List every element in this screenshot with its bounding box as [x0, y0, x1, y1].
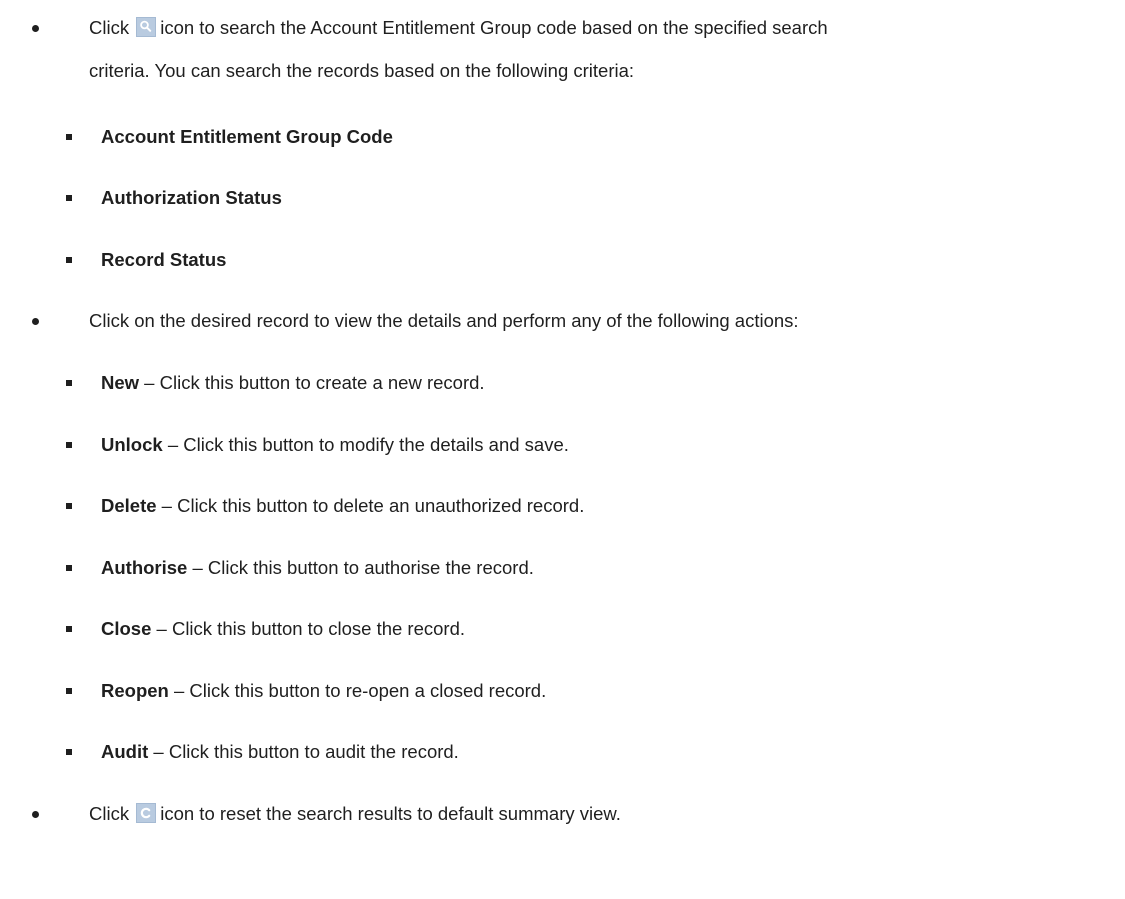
action-item: Close – Click this button to close the r… [0, 618, 1125, 640]
square-bullet [66, 626, 72, 632]
square-bullet [66, 749, 72, 755]
action-label: Close [101, 618, 152, 639]
action-desc: – Click this button to close the record. [151, 618, 466, 639]
action-desc: – Click this button to audit the record. [148, 741, 459, 762]
action-item: Delete – Click this button to delete an … [0, 495, 1125, 517]
action-label: Audit [101, 741, 149, 762]
bullet-text-post: icon to reset the search results to defa… [160, 803, 621, 824]
list-item: Click on the desired record to view the … [0, 310, 1125, 332]
sub-list-item: Record Status [0, 249, 1125, 271]
action-label: Authorise [101, 557, 188, 578]
sub-list-item: Account Entitlement Group Code [0, 126, 1125, 148]
list-item: Click icon to reset the search results t… [0, 803, 1125, 825]
bullet-text-continuation: criteria. You can search the records bas… [89, 60, 635, 81]
list-item-text: Click icon to reset the search results t… [89, 803, 621, 825]
criteria-label: Authorization Status [101, 187, 282, 208]
bullet-dot [32, 318, 39, 325]
sub-list-item: Authorization Status [0, 187, 1125, 209]
criteria-label: Account Entitlement Group Code [101, 126, 393, 147]
bullet-dot [32, 811, 39, 818]
action-desc: – Click this button to authorise the rec… [187, 557, 534, 578]
action-item: Reopen – Click this button to re-open a … [0, 680, 1125, 702]
action-item: Authorise – Click this button to authori… [0, 557, 1125, 579]
bullet-text-pre: Click [89, 17, 130, 38]
square-bullet [66, 257, 72, 263]
action-label: Delete [101, 495, 157, 516]
action-label: Unlock [101, 434, 163, 455]
search-icon [136, 17, 157, 37]
criteria-label: Record Status [101, 249, 227, 270]
square-bullet [66, 134, 72, 140]
bullet-dot [32, 25, 39, 32]
square-bullet [66, 503, 72, 509]
action-label: Reopen [101, 680, 169, 701]
bullet-text-pre: Click [89, 803, 130, 824]
square-bullet [66, 565, 72, 571]
bullet-text-post: icon to search the Account Entitlement G… [160, 17, 828, 38]
action-item: Audit – Click this button to audit the r… [0, 741, 1125, 763]
action-item: New – Click this button to create a new … [0, 372, 1125, 394]
action-item: Unlock – Click this button to modify the… [0, 434, 1125, 456]
reset-icon [136, 803, 157, 823]
list-item: Click icon to search the Account Entitle… [0, 17, 1125, 39]
list-item-text: Click on the desired record to view the … [89, 310, 799, 331]
action-desc: – Click this button to re-open a closed … [168, 680, 547, 701]
square-bullet [66, 195, 72, 201]
action-desc: – Click this button to modify the detail… [162, 434, 569, 455]
square-bullet [66, 688, 72, 694]
square-bullet [66, 380, 72, 386]
action-desc: – Click this button to delete an unautho… [156, 495, 585, 516]
action-label: New [101, 372, 140, 393]
action-desc: – Click this button to create a new reco… [139, 372, 485, 393]
list-item-text: Click icon to search the Account Entitle… [89, 17, 828, 39]
square-bullet [66, 442, 72, 448]
